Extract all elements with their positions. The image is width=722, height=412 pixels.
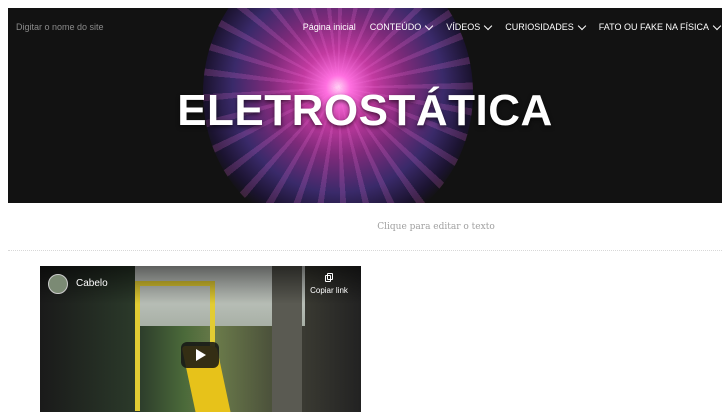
nav-item-home[interactable]: Página inicial bbox=[303, 22, 356, 32]
nav-item-videos[interactable]: VÍDEOS bbox=[446, 21, 493, 32]
page-title: ELETROSTÁTICA bbox=[177, 86, 553, 135]
edit-text-hint[interactable]: Clique para editar o texto bbox=[0, 222, 722, 232]
site-name[interactable]: Digitar o nome do site bbox=[16, 22, 104, 32]
video-title[interactable]: Cabelo bbox=[76, 278, 108, 289]
nav-item-label: FATO OU FAKE NA FÍSICA bbox=[598, 22, 709, 32]
nav-item-label: Página inicial bbox=[302, 22, 356, 32]
nav-item-fato-ou-fake[interactable]: FATO OU FAKE NA FÍSICA bbox=[598, 21, 722, 32]
nav-item-curiosidades[interactable]: CURIOSIDADES bbox=[505, 21, 587, 32]
chevron-down-icon bbox=[577, 21, 587, 30]
nav-item-label: VÍDEOS bbox=[446, 22, 481, 32]
nav-item-label: CURIOSIDADES bbox=[505, 22, 574, 32]
chevron-down-icon bbox=[712, 21, 722, 30]
video-embed[interactable]: Cabelo Copiar link bbox=[40, 266, 361, 412]
channel-avatar[interactable] bbox=[48, 274, 68, 294]
section-divider bbox=[8, 250, 722, 251]
nav-item-label: CONTEÚDO bbox=[369, 22, 422, 32]
chevron-down-icon bbox=[425, 21, 434, 30]
play-icon[interactable] bbox=[181, 342, 219, 368]
nav-item-conteudo[interactable]: CONTEÚDO bbox=[369, 21, 434, 32]
chevron-down-icon bbox=[484, 21, 493, 30]
hero-banner: Digitar o nome do site Página inicial CO… bbox=[8, 8, 722, 203]
main-nav: Página inicial CONTEÚDO VÍDEOS CURIOSIDA… bbox=[289, 21, 722, 32]
copy-link-label: Copiar link bbox=[310, 286, 348, 295]
copy-icon bbox=[325, 273, 333, 282]
copy-link-button[interactable]: Copiar link bbox=[309, 273, 349, 295]
